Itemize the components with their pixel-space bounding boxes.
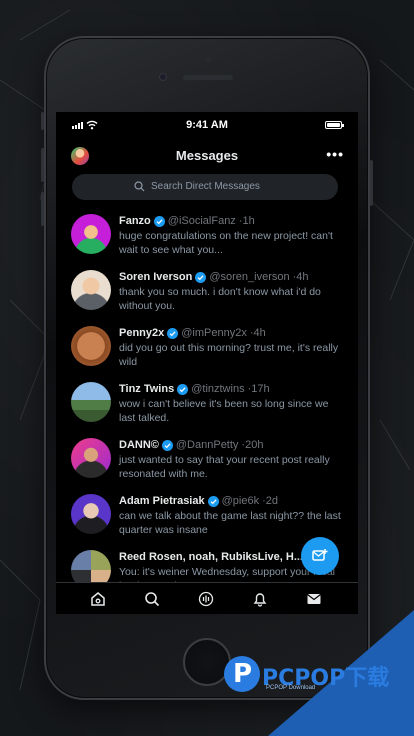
conversation-time: 1h <box>242 215 255 227</box>
conversation-time: 2d <box>265 495 278 507</box>
more-horizontal-icon[interactable]: ••• <box>326 146 344 162</box>
conversation-item[interactable]: Soren Iverson @soren_iverson · 4h thank … <box>56 268 358 324</box>
conversation-handle: @DannPetty <box>175 439 239 451</box>
conversation-item[interactable]: Fanzo @iSocialFanz · 1h huge congratulat… <box>56 212 358 268</box>
conversation-name: Penny2x <box>119 327 165 339</box>
home-icon[interactable] <box>90 591 106 607</box>
status-time: 9:41 AM <box>186 119 228 131</box>
conversation-item[interactable]: DANN© @DannPetty · 20h just wanted to sa… <box>56 436 358 492</box>
conversation-name: Reed Rosen, noah, RubiksLive, H... <box>119 551 303 563</box>
messages-header: Messages ••• <box>56 144 358 170</box>
conversation-time: 20h <box>245 439 264 451</box>
pcpop-logo-icon <box>224 656 260 692</box>
spaces-icon[interactable] <box>198 591 214 607</box>
mute-switch <box>41 112 44 130</box>
bell-icon[interactable] <box>252 591 268 607</box>
watermark: PCPOP下载 PCPOP Download <box>222 652 414 702</box>
conversation-name: Tinz Twins <box>119 383 175 395</box>
volume-up-button <box>41 148 44 182</box>
verified-badge-icon <box>177 383 189 395</box>
conversation-item[interactable]: Tinz Twins @tinztwins · 17h wow i can't … <box>56 380 358 436</box>
search-input[interactable]: Search Direct Messages <box>72 174 338 200</box>
conversation-handle: @imPenny2x <box>181 327 247 339</box>
front-camera <box>159 73 167 81</box>
verified-badge-icon <box>167 327 179 339</box>
conversation-item[interactable]: Penny2x @imPenny2x · 4h did you go out t… <box>56 324 358 380</box>
conversation-time: 4h <box>296 271 309 283</box>
conversation-time: 17h <box>251 383 270 395</box>
power-button <box>370 160 373 206</box>
conversation-name: Fanzo <box>119 215 151 227</box>
phone-sensor <box>205 56 211 62</box>
verified-badge-icon <box>207 495 219 507</box>
verified-badge-icon <box>153 215 165 227</box>
verified-badge-icon <box>195 271 207 283</box>
conversation-time: 4h <box>253 327 266 339</box>
conversation-preview: did you go out this morning? trust me, i… <box>119 342 339 368</box>
conversation-handle: @pie6k <box>221 495 260 507</box>
conversation-preview: huge congratulations on the new project!… <box>119 230 333 256</box>
conversation-handle: @iSocialFanz <box>167 215 236 227</box>
page-title: Messages <box>175 148 239 163</box>
conversation-handle: @soren_iverson <box>209 271 290 283</box>
conversation-name: Adam Pietrasiak <box>119 495 205 507</box>
verified-badge-icon <box>161 439 173 451</box>
conversation-name: Soren Iverson <box>119 271 193 283</box>
conversation-preview: just wanted to say that your recent post… <box>119 454 330 480</box>
phone-screen: 9:41 AM Messages ••• Search Direct Messa… <box>56 112 358 614</box>
conversation-name: DANN© <box>119 439 159 451</box>
watermark-subtext: PCPOP Download <box>266 685 316 691</box>
conversation-handle: @tinztwins <box>191 383 245 395</box>
avatar <box>71 438 111 478</box>
conversation-preview: can we talk about the game last night?? … <box>119 510 341 536</box>
volume-down-button <box>41 192 44 226</box>
new-message-button[interactable] <box>301 537 339 575</box>
conversation-preview: wow i can't believe it's been so long si… <box>119 398 329 424</box>
avatar <box>71 494 111 534</box>
new-message-icon <box>312 549 328 561</box>
conversation-preview: thank you so much. i don't know what i'd… <box>119 286 321 312</box>
avatar <box>71 214 111 254</box>
status-bar: 9:41 AM <box>56 112 358 140</box>
avatar <box>71 326 111 366</box>
mail-icon[interactable] <box>306 591 322 607</box>
avatar <box>71 382 111 422</box>
search-placeholder: Search Direct Messages <box>151 181 260 192</box>
battery-icon <box>325 121 344 129</box>
search-icon <box>134 181 145 192</box>
earpiece-speaker <box>183 75 233 80</box>
search-icon[interactable] <box>144 591 160 607</box>
avatar <box>71 270 111 310</box>
